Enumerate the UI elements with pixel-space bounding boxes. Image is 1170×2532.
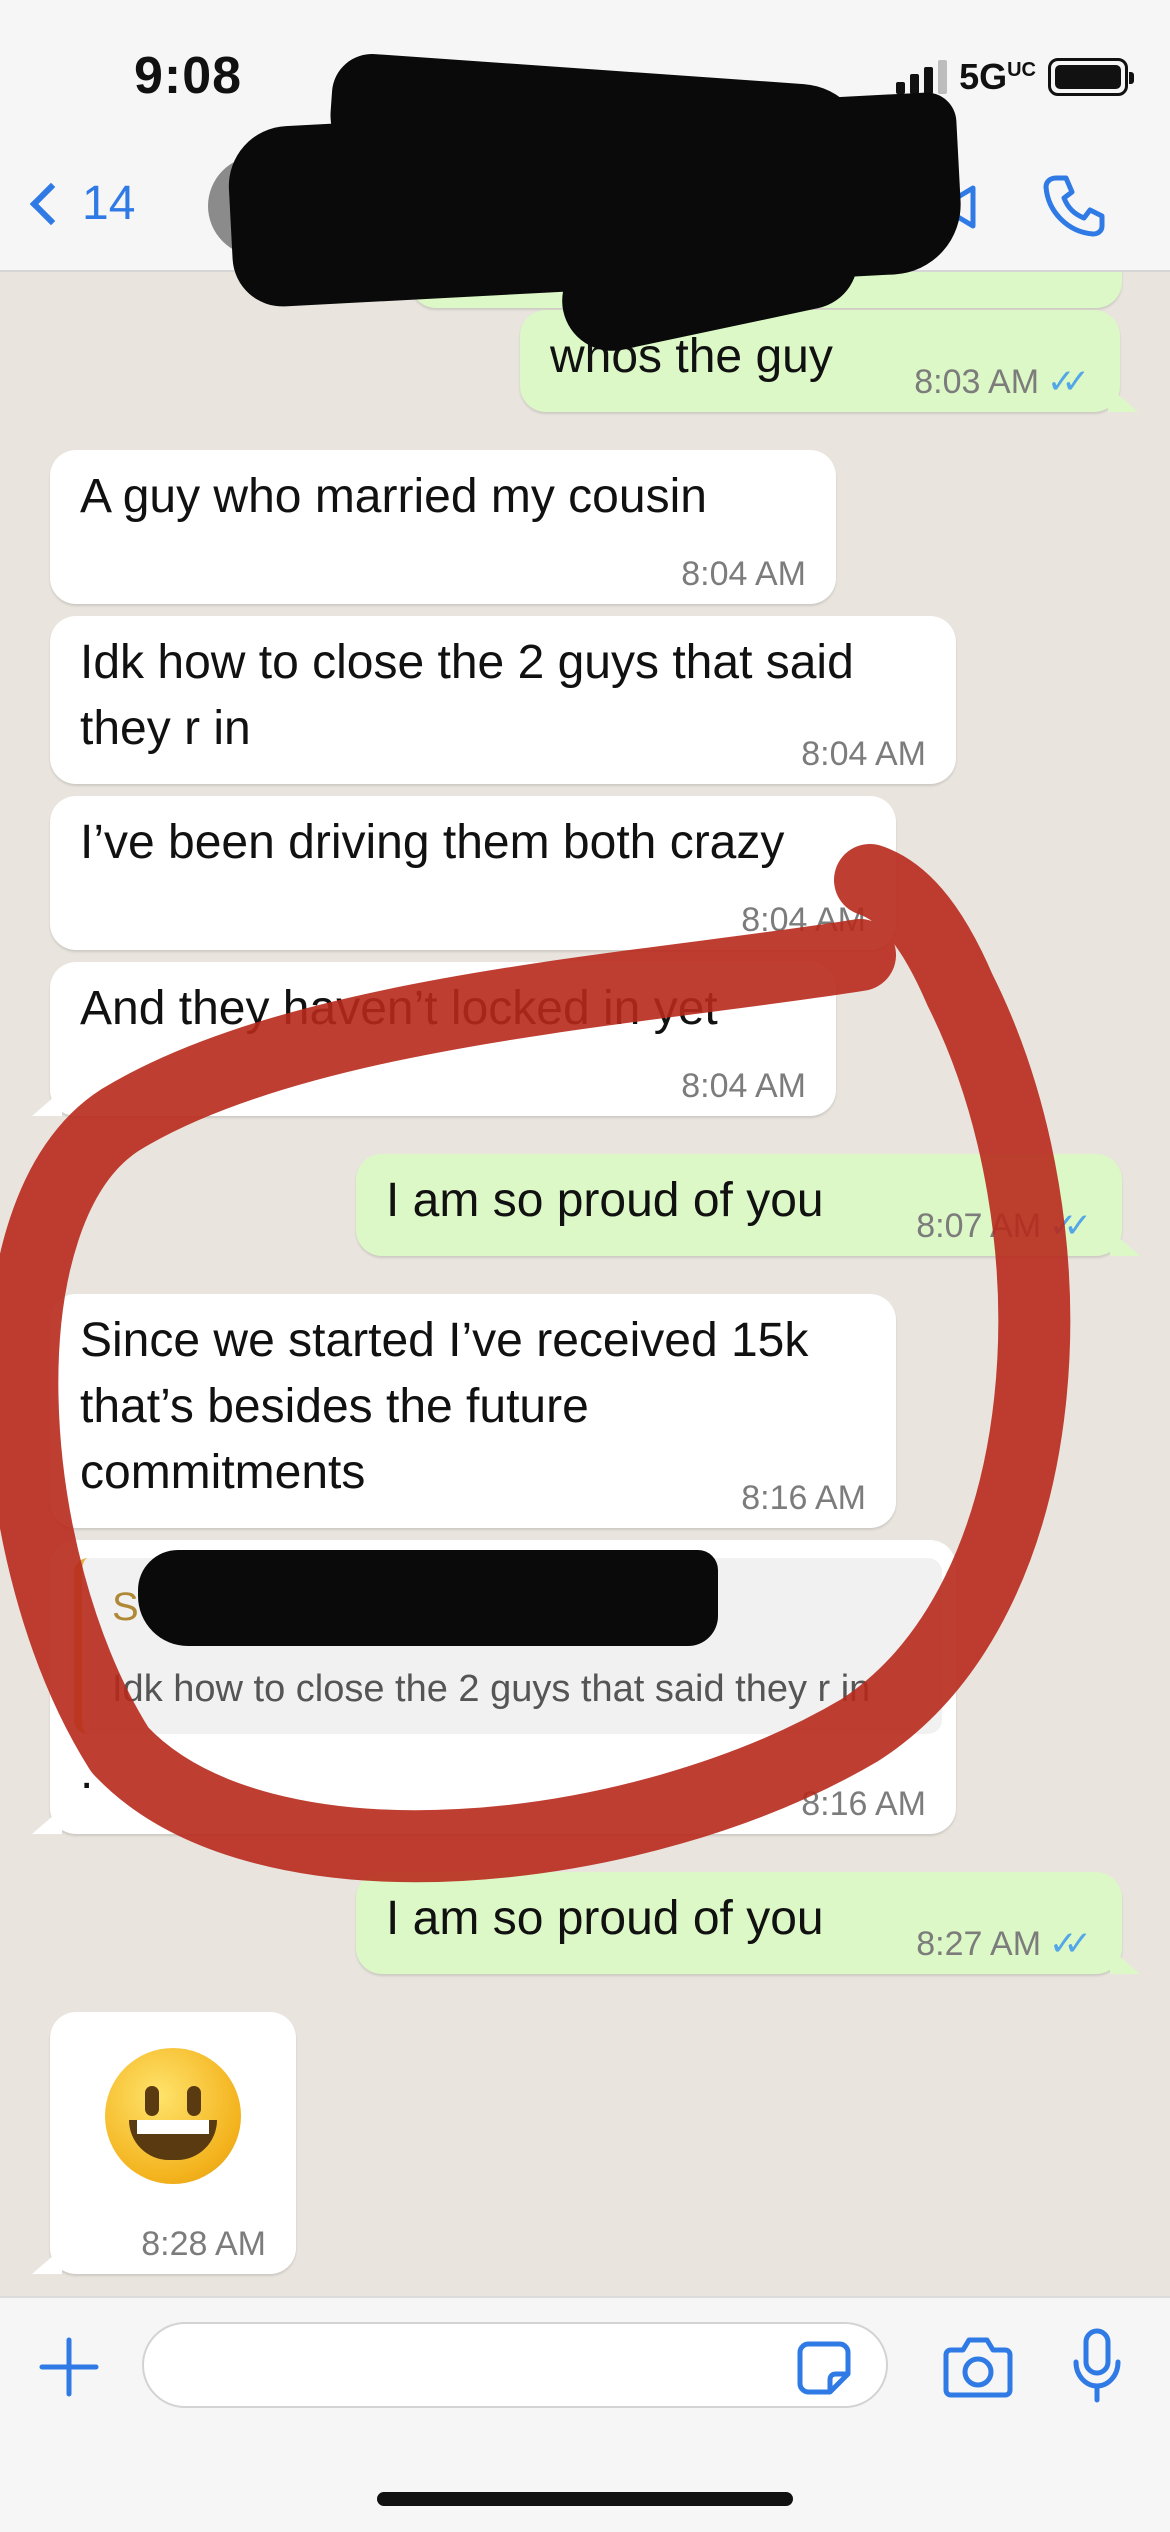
message-bubble[interactable]: Idk how to close the 2 guys that said th… bbox=[50, 616, 956, 784]
home-indicator[interactable] bbox=[377, 2492, 793, 2506]
read-ticks-icon: ✓✓ bbox=[1047, 363, 1090, 401]
chevron-left-icon bbox=[29, 182, 73, 225]
message-bubble[interactable]: I am so proud of you 8:07 AM ✓✓ bbox=[356, 1154, 1140, 1256]
camera-icon[interactable] bbox=[943, 2336, 1013, 2398]
read-ticks-icon: ✓✓ bbox=[1049, 1925, 1092, 1963]
message-bubble[interactable]: A guy who married my cousin 8:04 AM bbox=[50, 450, 836, 604]
message-bubble[interactable]: And they haven’t locked in yet 8:04 AM bbox=[32, 962, 836, 1116]
message-meta: 8:16 AM bbox=[741, 1479, 866, 1517]
emoji-message-bubble[interactable]: 8:28 AM bbox=[32, 2012, 296, 2274]
phone-icon[interactable] bbox=[1042, 174, 1106, 238]
battery-icon bbox=[1048, 58, 1134, 96]
read-ticks-icon: ✓✓ bbox=[1049, 1207, 1092, 1245]
message-meta: 8:04 AM bbox=[681, 555, 806, 593]
network-label: 5GUC bbox=[959, 56, 1036, 97]
message-meta: 8:04 AM bbox=[801, 735, 926, 773]
back-button[interactable]: 14 bbox=[22, 176, 135, 231]
unread-count: 14 bbox=[82, 177, 136, 230]
message-meta: 8:27 AM ✓✓ bbox=[916, 1924, 1092, 1964]
message-text: . bbox=[80, 1746, 94, 1799]
message-bubble[interactable]: Since we started I’ve received 15k that’… bbox=[50, 1294, 896, 1528]
message-list[interactable]: whos the guy 8:03 AM ✓✓ A guy who married… bbox=[0, 272, 1170, 2296]
quoted-message[interactable]: S Lberg Idk how to close the 2 guys that… bbox=[74, 1550, 942, 1734]
message-text: And they haven’t locked in yet bbox=[80, 982, 718, 1035]
message-meta: 8:03 AM ✓✓ bbox=[914, 362, 1090, 402]
redaction-mark bbox=[138, 1550, 718, 1646]
sticker-icon[interactable] bbox=[796, 2340, 852, 2396]
message-text: A guy who married my cousin bbox=[80, 470, 707, 523]
status-indicators: 5GUC bbox=[896, 56, 1134, 98]
grinning-face-emoji-icon bbox=[105, 2048, 241, 2184]
message-input[interactable] bbox=[142, 2322, 888, 2408]
message-meta: 8:16 AM bbox=[801, 1785, 926, 1823]
message-bubble[interactable]: I’ve been driving them both crazy 8:04 A… bbox=[50, 796, 896, 950]
status-time: 9:08 bbox=[134, 47, 243, 105]
microphone-icon[interactable] bbox=[1072, 2328, 1122, 2404]
signal-strength-icon bbox=[896, 60, 948, 94]
message-meta: 8:04 AM bbox=[741, 901, 866, 939]
plus-icon[interactable] bbox=[38, 2336, 100, 2398]
reply-message-bubble[interactable]: S Lberg Idk how to close the 2 guys that… bbox=[32, 1540, 956, 1834]
quoted-text: Idk how to close the 2 guys that said th… bbox=[112, 1668, 871, 1710]
message-meta: 8:04 AM bbox=[681, 1067, 806, 1105]
message-meta: 8:07 AM ✓✓ bbox=[916, 1206, 1092, 1246]
message-meta: 8:28 AM bbox=[141, 2225, 266, 2263]
message-text: Since we started I’ve received 15k that’… bbox=[80, 1314, 809, 1499]
message-text: I’ve been driving them both crazy bbox=[80, 816, 785, 869]
message-bubble[interactable]: I am so proud of you 8:27 AM ✓✓ bbox=[356, 1872, 1140, 1974]
